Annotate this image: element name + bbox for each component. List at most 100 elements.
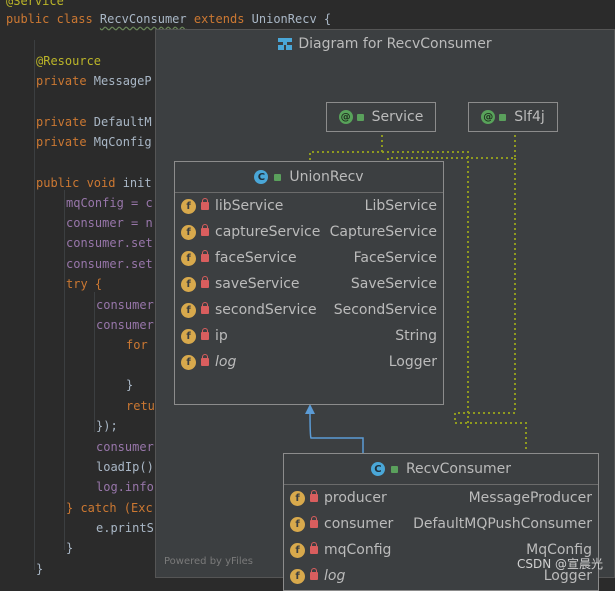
unlock-icon	[499, 113, 507, 121]
abstract-class-icon: C	[254, 170, 269, 184]
field-row[interactable]: f captureService CaptureService	[175, 219, 443, 245]
annotation-link	[454, 158, 527, 452]
unlock-icon	[356, 113, 364, 121]
code-line: consumer.set	[66, 257, 153, 271]
code-line: consumer	[96, 440, 154, 454]
code-line: try {	[66, 277, 103, 291]
field-row[interactable]: f consumer DefaultMQPushConsumer	[284, 511, 598, 537]
code-line: consumer.set	[66, 236, 153, 250]
field-icon: f	[181, 328, 196, 344]
code-line: @Resource	[36, 54, 102, 68]
code-line: e.printS	[96, 521, 154, 535]
field-row[interactable]: f saveService SaveService	[175, 271, 443, 297]
field-icon: f	[181, 302, 196, 318]
code-line: private MqConfig	[36, 135, 152, 149]
field-name: log	[324, 568, 346, 584]
field-row[interactable]: f faceService FaceService	[175, 245, 443, 271]
lock-icon	[201, 198, 209, 210]
class-header: C UnionRecv	[175, 162, 443, 193]
class-icon: C	[370, 462, 385, 476]
indent-guide	[34, 40, 35, 570]
code-line: private DefaultM	[36, 115, 152, 129]
lock-icon	[201, 276, 209, 288]
class-node-unionrecv[interactable]: C UnionRecv f libService LibService f captur…	[174, 161, 444, 405]
popup-title: Diagram for RecvConsumer	[298, 36, 492, 52]
code-line: public void init	[36, 176, 152, 190]
field-icon: f	[290, 516, 305, 532]
node-name: Service	[371, 109, 424, 125]
field-type: CaptureService	[329, 224, 437, 240]
code-line-class-declaration: public class RecvConsumer extends UnionR…	[6, 12, 332, 26]
annotation-link	[309, 130, 383, 162]
field-icon: f	[290, 542, 305, 558]
lock-icon	[310, 516, 318, 528]
code-line: consumer	[96, 298, 154, 312]
annotation-node-service[interactable]: @ Service	[326, 102, 436, 132]
lock-icon	[310, 568, 318, 580]
code-line: }	[66, 541, 74, 555]
inheritance-arrowhead	[305, 404, 315, 414]
lock-icon	[201, 224, 209, 236]
diagram-popup[interactable]: Diagram for RecvConsumer @ Service @ Slf…	[155, 29, 615, 591]
node-name: Slf4j	[514, 109, 545, 125]
field-list: f libService LibService f captureService Capt…	[175, 193, 443, 375]
code-line: retu	[126, 399, 155, 413]
field-name: saveService	[215, 276, 300, 292]
popup-title-bar[interactable]: Diagram for RecvConsumer	[156, 30, 614, 59]
lock-icon	[310, 490, 318, 502]
unlock-icon	[390, 465, 398, 473]
field-icon: f	[290, 568, 305, 584]
field-name: faceService	[215, 250, 297, 266]
lock-icon	[201, 328, 209, 340]
field-row[interactable]: f libService LibService	[175, 193, 443, 219]
field-row[interactable]: f producer MessageProducer	[284, 485, 598, 511]
class-name: RecvConsumer	[405, 461, 512, 477]
field-type: FaceService	[353, 250, 437, 266]
code-line: loadIp()	[96, 460, 154, 474]
code-line: private MessageP	[36, 74, 152, 88]
field-icon: f	[181, 198, 196, 214]
field-row[interactable]: f ip String	[175, 323, 443, 349]
unlock-icon	[274, 173, 282, 181]
indent-guide	[94, 292, 95, 432]
annotation-link	[387, 130, 516, 162]
field-type: Logger	[388, 354, 437, 370]
annotation-icon: @	[481, 110, 496, 124]
diagram-canvas[interactable]: @ Service @ Slf4j C UnionRecv f libServic…	[156, 58, 614, 591]
field-name: producer	[324, 490, 387, 506]
code-line: consumer = n	[66, 216, 153, 230]
field-name: ip	[215, 328, 228, 344]
field-name: libService	[215, 198, 284, 214]
class-name: UnionRecv	[289, 169, 364, 185]
field-list: f producer MessageProducer f consumer Default…	[284, 485, 598, 589]
field-icon: f	[181, 354, 196, 370]
code-line: }	[126, 378, 134, 392]
indent-guide	[64, 190, 65, 550]
field-icon: f	[181, 224, 196, 240]
field-name: secondService	[215, 302, 317, 318]
field-type: LibService	[364, 198, 437, 214]
annotation-icon: @	[338, 110, 353, 124]
code-line: }	[36, 562, 44, 576]
field-name: log	[215, 354, 237, 370]
code-line: } catch (Exc	[66, 501, 153, 515]
field-icon: f	[181, 276, 196, 292]
field-type: SaveService	[350, 276, 437, 292]
lock-icon	[201, 302, 209, 314]
field-row[interactable]: f log Logger	[175, 349, 443, 375]
field-name: captureService	[215, 224, 321, 240]
annotation-node-slf4j[interactable]: @ Slf4j	[468, 102, 558, 132]
watermark: CSDN @宣晨光	[516, 557, 603, 571]
lock-icon	[201, 354, 209, 366]
field-icon: f	[290, 490, 305, 506]
field-name: mqConfig	[324, 542, 392, 558]
lock-icon	[310, 542, 318, 554]
diagram-icon	[278, 38, 293, 50]
code-line: for	[126, 338, 148, 352]
field-row[interactable]: f secondService SecondService	[175, 297, 443, 323]
code-line: log.info	[96, 480, 154, 494]
powered-by-label: Powered by yFiles	[164, 556, 253, 567]
lock-icon	[201, 250, 209, 262]
code-line: });	[96, 419, 118, 433]
code-line: consumer	[96, 318, 154, 332]
